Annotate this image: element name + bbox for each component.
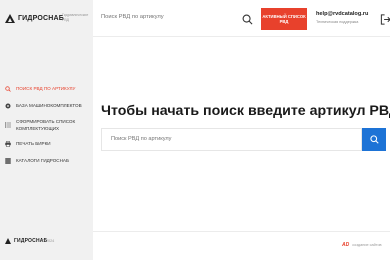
topbar: АКТИВНЫЙ СПИСОК РВД help@rvdcatalog.ru Т… xyxy=(93,0,390,37)
sidebar-nav: ПОИСК РВД ПО АРТИКУЛУ БАЗА МАШИНОКОМПЛЕК… xyxy=(0,83,93,166)
agency-logo: AD xyxy=(342,242,350,248)
sidebar-item-label: КАТАЛОГИ ГИДРОСНАБ xyxy=(16,158,70,163)
sidebar-item-print-tag[interactable]: ПЕЧАТЬ БИРКИ xyxy=(0,138,93,149)
main-search-input[interactable] xyxy=(111,136,351,142)
sidebar-item-label: ПОИСК РВД ПО АРТИКУЛУ xyxy=(16,86,76,91)
sidebar-item-label: ПЕЧАТЬ БИРКИ xyxy=(16,141,51,146)
sidebar-item-search-by-article[interactable]: ПОИСК РВД ПО АРТИКУЛУ xyxy=(0,83,93,94)
logout-icon[interactable] xyxy=(380,12,390,25)
active-list-button[interactable]: АКТИВНЫЙ СПИСОК РВД xyxy=(261,8,307,30)
page-footer: AD создание сайтов xyxy=(93,231,390,260)
sidebar: ГИДРОСНАБ Гидравлические РВД ПОИСК РВД П… xyxy=(0,0,93,260)
brand-subtitle: Гидравлические РВД xyxy=(62,13,89,22)
footer-year: © 2024 xyxy=(42,239,55,243)
footer-credit-link[interactable]: AD создание сайтов xyxy=(342,242,382,248)
top-search-input[interactable] xyxy=(101,14,251,20)
print-icon xyxy=(5,140,11,147)
logo-triangle-icon xyxy=(5,238,11,244)
sidebar-item-label: СФОРМИРОВАТЬ СПИСОК КОМПЛЕКТУЮЩИХ xyxy=(16,119,76,131)
sidebar-item-build-list[interactable]: СФОРМИРОВАТЬ СПИСОК КОМПЛЕКТУЮЩИХ xyxy=(0,117,93,133)
app-window: ГИДРОСНАБ Гидравлические РВД ПОИСК РВД П… xyxy=(0,0,390,260)
search-icon[interactable] xyxy=(242,12,253,25)
brand-name: ГИДРОСНАБ xyxy=(18,14,65,22)
gear-icon xyxy=(5,103,11,109)
logo-triangle-icon xyxy=(5,13,15,23)
main-search-button[interactable] xyxy=(362,128,386,151)
support-label: Техническая поддержка xyxy=(316,20,359,24)
sidebar-item-machine-kits[interactable]: БАЗА МАШИНОКОМПЛЕКТОВ xyxy=(0,100,93,111)
sidebar-item-label: БАЗА МАШИНОКОМПЛЕКТОВ xyxy=(16,103,82,108)
support-email-link[interactable]: help@rvdcatalog.ru xyxy=(316,11,368,17)
sidebar-item-catalogs[interactable]: КАТАЛОГИ ГИДРОСНАБ xyxy=(0,155,93,166)
brand-logo[interactable]: ГИДРОСНАБ xyxy=(5,13,64,23)
search-icon xyxy=(369,131,379,149)
page-title: Чтобы начать поиск введите артикул РВД xyxy=(101,103,390,119)
footer-credit-text: создание сайтов xyxy=(352,243,382,247)
list-icon xyxy=(5,122,11,128)
search-icon xyxy=(5,85,11,92)
catalog-icon xyxy=(5,157,11,164)
main-search-box[interactable] xyxy=(101,128,362,151)
